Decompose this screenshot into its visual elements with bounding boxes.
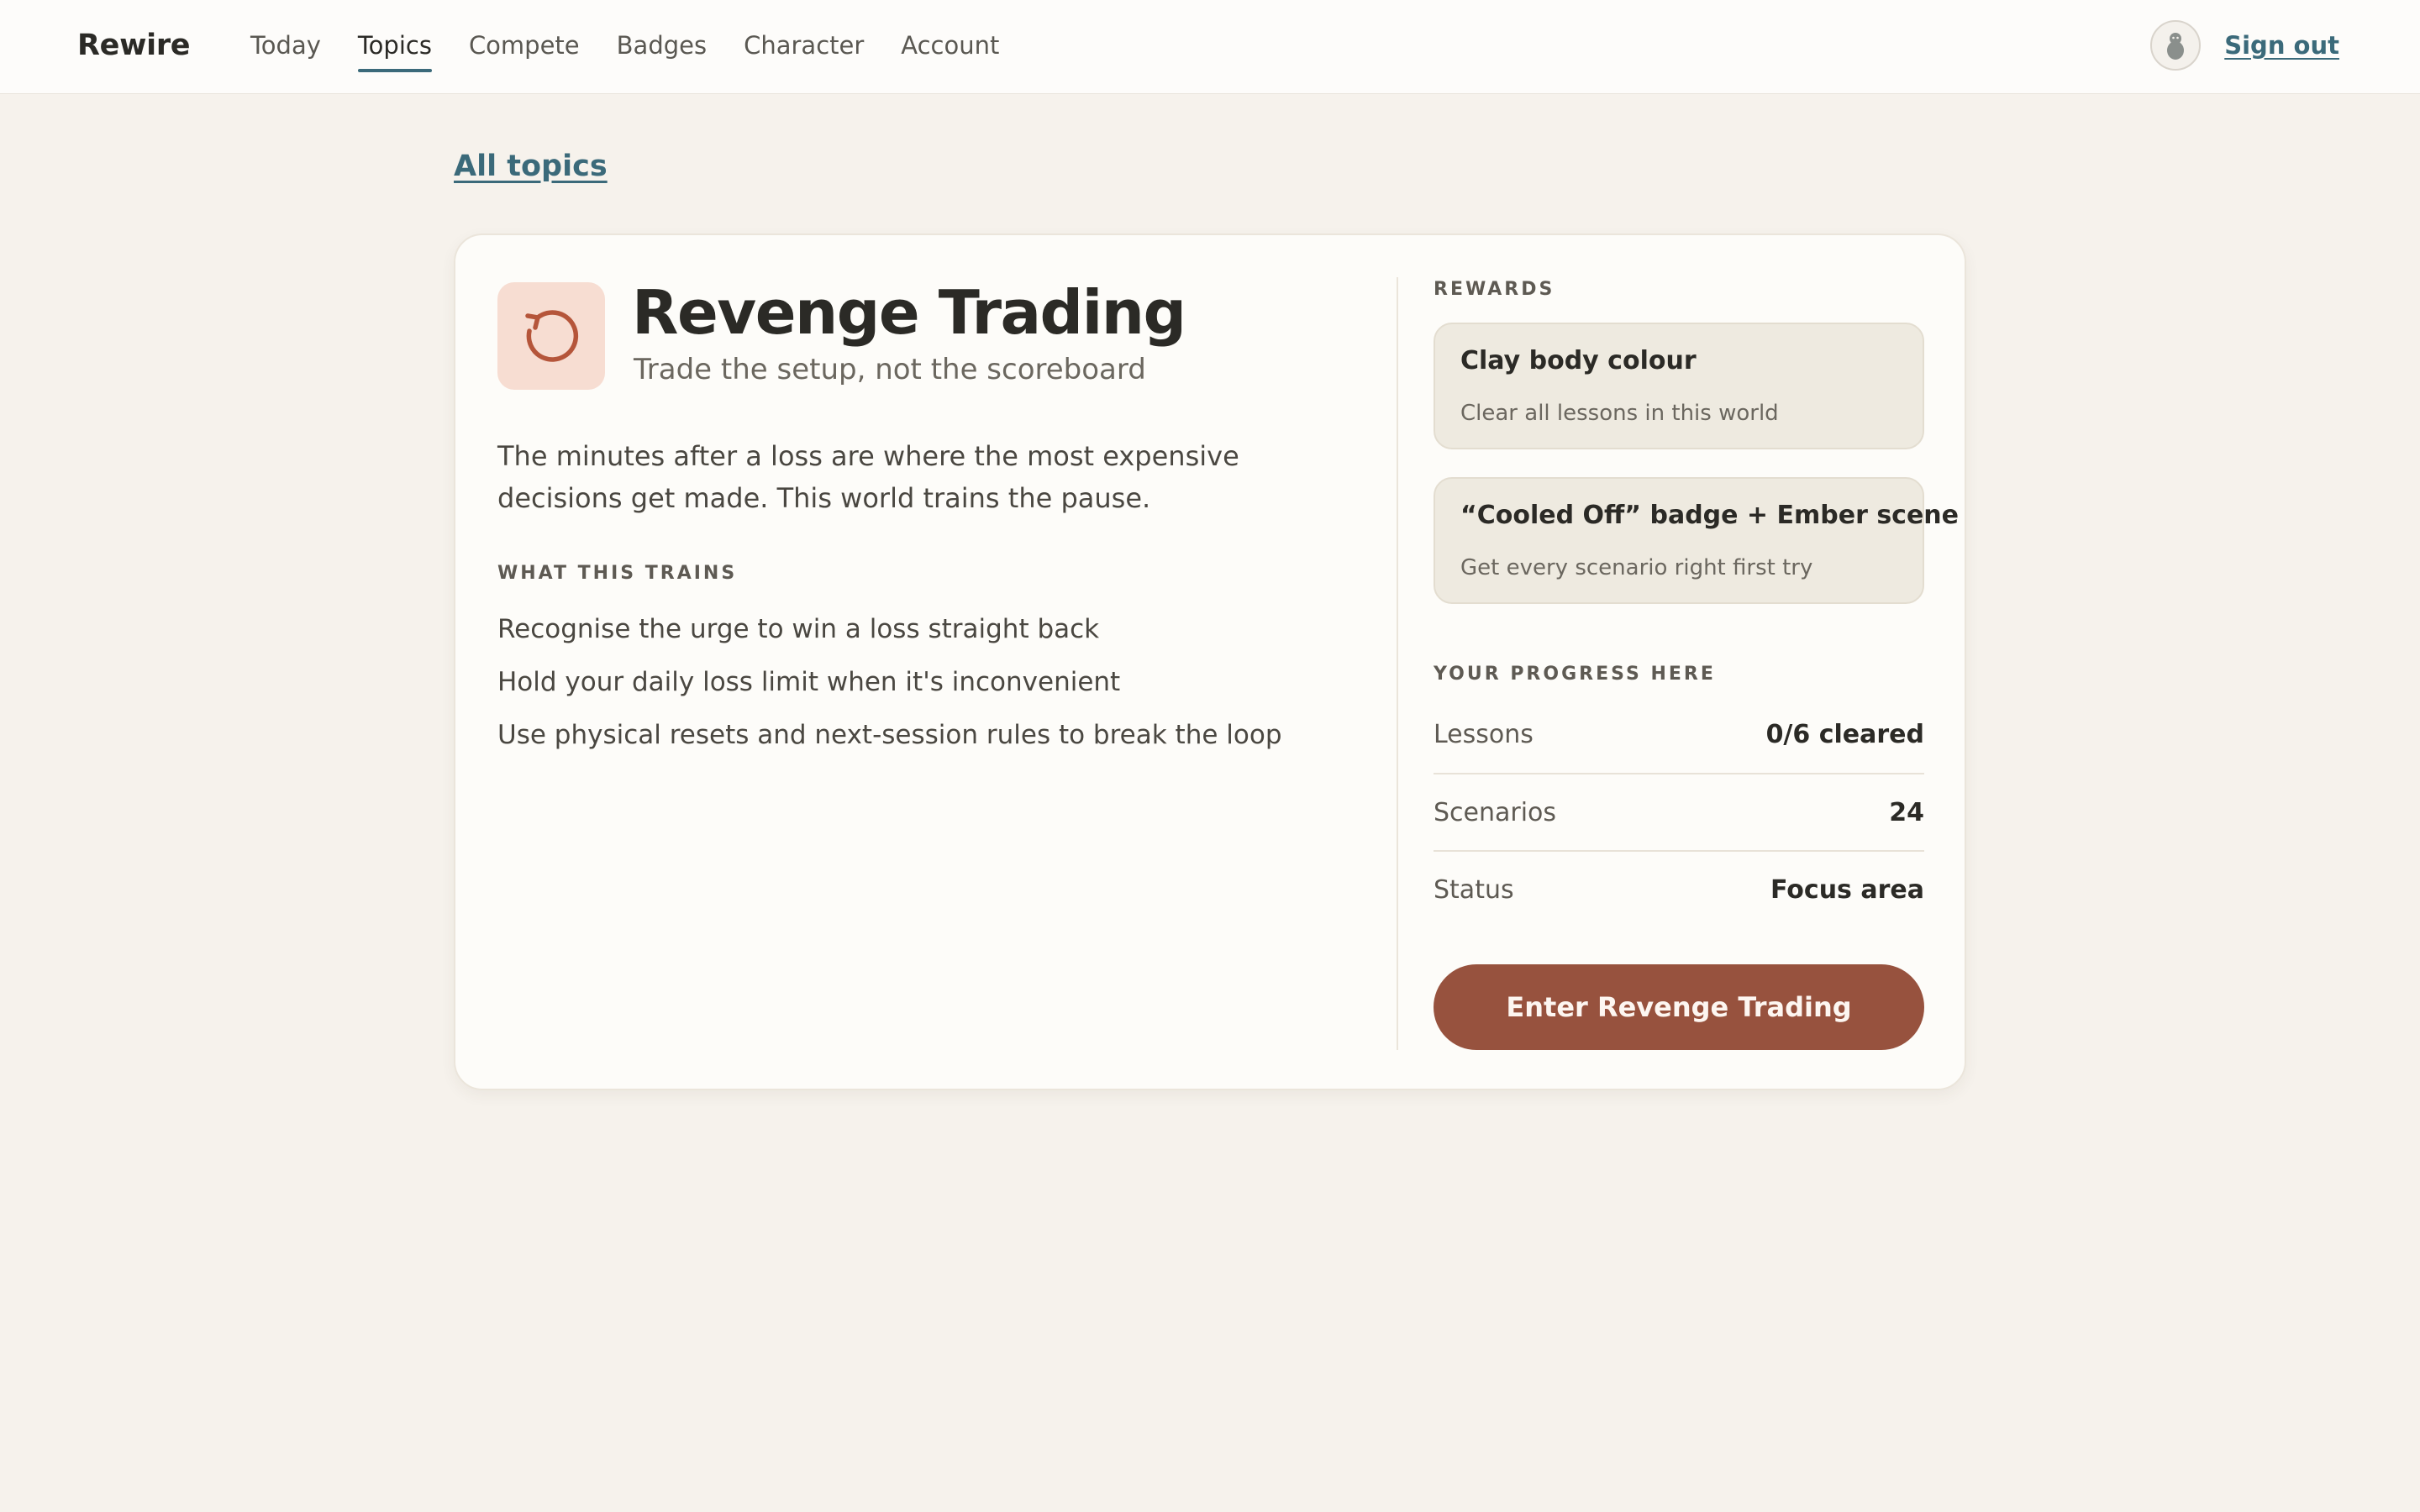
progress-value: 24	[1889, 797, 1924, 827]
reward-card: “Cooled Off” badge + Ember scene Get eve…	[1434, 477, 1960, 604]
nav-item-badges[interactable]: Badges	[617, 0, 707, 91]
nav-item-topics[interactable]: Topics	[357, 0, 433, 91]
topic-icon-tile	[497, 282, 605, 390]
list-item: Use physical resets and next-session rul…	[497, 720, 1282, 750]
all-topics-link[interactable]: All topics	[454, 150, 608, 183]
progress-row-status: Status Focus area	[1434, 850, 1924, 927]
progress-row-scenarios: Scenarios 24	[1434, 773, 1924, 850]
topic-description: The minutes after a loss are where the m…	[497, 440, 1239, 514]
enter-topic-button[interactable]: Enter Revenge Trading	[1434, 964, 1924, 1050]
list-item: Recognise the urge to win a loss straigh…	[497, 614, 1100, 644]
what-this-trains-heading: What this trains	[497, 563, 738, 584]
rotate-ccw-icon	[525, 310, 579, 362]
avatar[interactable]	[2150, 20, 2202, 71]
reward-card: Clay body colour Clear all lessons in th…	[1434, 323, 1924, 449]
rewards-heading: Rewards	[1434, 279, 1555, 300]
topic-card: Revenge Trading Trade the setup, not the…	[454, 234, 1966, 1090]
trains-list: Recognise the urge to win a loss straigh…	[497, 603, 1282, 762]
app-brand[interactable]: Rewire	[77, 0, 191, 91]
column-divider	[1397, 277, 1398, 1050]
nav-item-account[interactable]: Account	[901, 0, 999, 91]
reward-description: Get every scenario right first try	[1460, 555, 1813, 580]
progress-row-lessons: Lessons 0/6 cleared	[1434, 696, 1924, 773]
sign-out-link[interactable]: Sign out	[2224, 31, 2339, 60]
user-area: Sign out	[2150, 0, 2339, 91]
progress-label: Scenarios	[1434, 797, 1557, 827]
page-title: Revenge Trading	[632, 277, 1186, 348]
character-avatar-icon	[2167, 33, 2185, 60]
progress-label: Lessons	[1434, 719, 1534, 749]
top-navigation-bar: Rewire Today Topics Compete Badges Chara…	[0, 0, 2420, 94]
reward-title: “Cooled Off” badge + Ember scene	[1460, 501, 1960, 530]
nav-item-character[interactable]: Character	[744, 0, 864, 91]
progress-value: Focus area	[1770, 874, 1924, 905]
progress-label: Status	[1434, 874, 1514, 905]
nav-item-compete[interactable]: Compete	[469, 0, 580, 91]
topic-subtitle: Trade the setup, not the scoreboard	[634, 353, 1146, 386]
nav-item-today[interactable]: Today	[250, 0, 321, 91]
reward-title: Clay body colour	[1460, 346, 1697, 375]
list-item: Hold your daily loss limit when it's inc…	[497, 667, 1121, 697]
progress-value: 0/6 cleared	[1765, 719, 1924, 749]
main-nav: Today Topics Compete Badges Character Ac…	[250, 0, 999, 91]
reward-description: Clear all lessons in this world	[1460, 401, 1779, 426]
progress-heading: Your progress here	[1434, 664, 1716, 685]
